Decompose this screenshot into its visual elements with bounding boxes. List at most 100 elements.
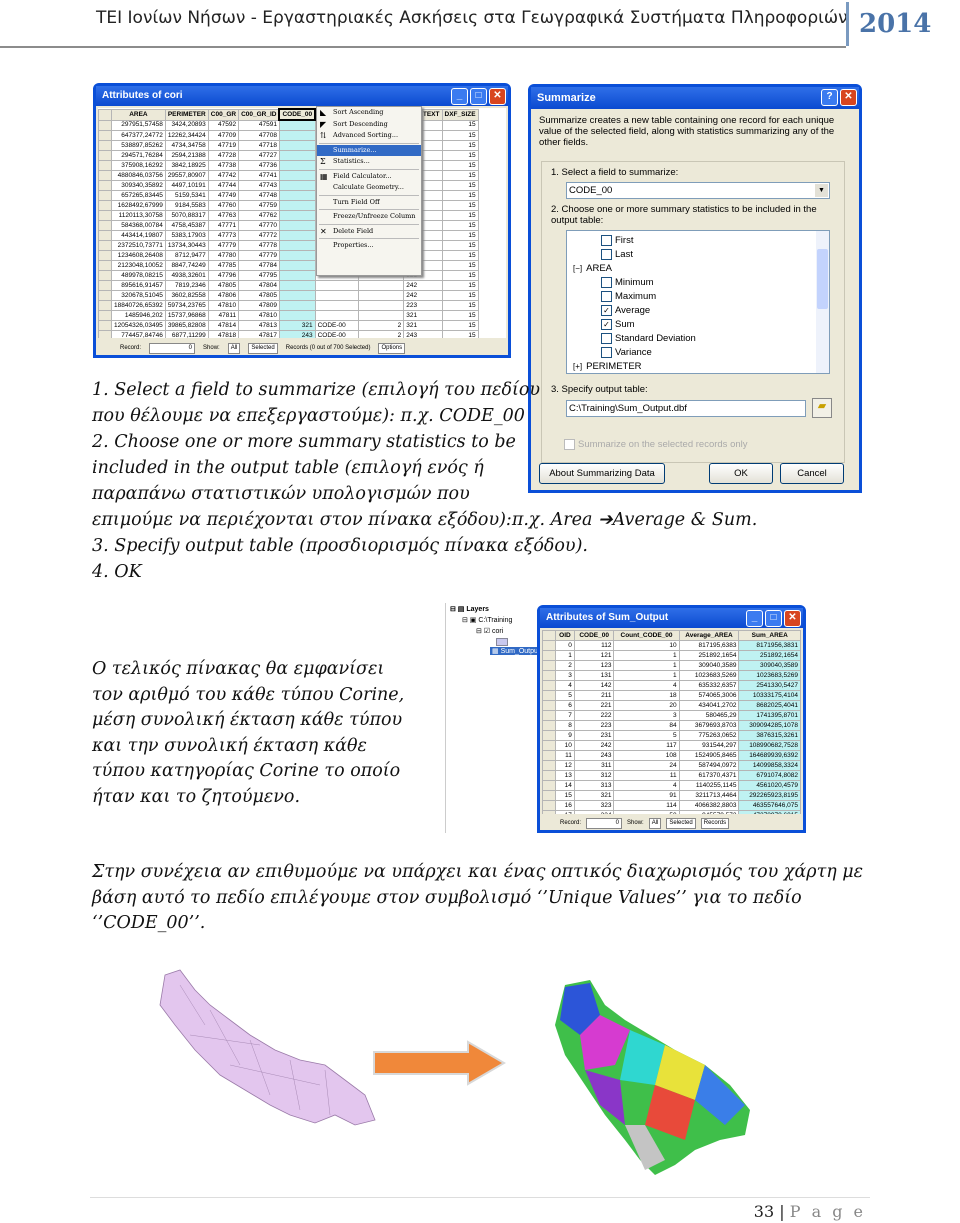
menu-item[interactable]: Summarize...	[317, 144, 421, 156]
table-row[interactable]: 16 323 114 4066382,8803 463557646,075	[542, 800, 801, 811]
row-selector[interactable]	[98, 210, 112, 221]
menu-item[interactable]: Σ Statistics...	[317, 156, 421, 168]
show-selected-button[interactable]: Selected	[666, 817, 696, 829]
column-header[interactable]: C00_GR	[207, 108, 240, 121]
statistic-checkbox[interactable]: Maximum	[601, 289, 656, 304]
column-header[interactable]: Average_AREA	[678, 630, 740, 641]
row-selector[interactable]	[98, 330, 112, 338]
row-selector[interactable]	[542, 720, 556, 731]
menu-item[interactable]: Calculate Geometry...	[317, 182, 421, 194]
row-selector[interactable]	[542, 640, 556, 651]
options-button[interactable]: Options	[378, 342, 406, 354]
row-selector[interactable]	[542, 670, 556, 681]
toc-layer-cori[interactable]: ⊟ ☑ cori	[476, 627, 503, 635]
record-input[interactable]: 0	[586, 817, 623, 829]
table-row[interactable]: 15 321 91 3211713,4464 292265923,8195	[542, 790, 801, 801]
row-selector[interactable]	[98, 300, 112, 311]
statistics-tree[interactable]: First Last [−] AREA Minimum Maximum ✓ Average ✓ S…	[566, 230, 830, 374]
about-summarizing-button[interactable]: About Summarizing Data	[539, 463, 665, 484]
row-selector[interactable]	[542, 800, 556, 811]
menu-item[interactable]: ✕ Delete Field	[317, 226, 421, 238]
minimize-button[interactable]: _	[451, 88, 468, 105]
maximize-button[interactable]: □	[470, 88, 487, 105]
tree-node[interactable]: [+] PERIMETER	[573, 359, 642, 373]
column-header[interactable]: Sum_AREA	[738, 630, 801, 641]
row-selector[interactable]	[98, 180, 112, 191]
row-selector[interactable]	[98, 280, 112, 291]
row-selector[interactable]	[98, 230, 112, 241]
checkbox[interactable]	[601, 248, 612, 260]
show-all-button[interactable]: All	[648, 817, 662, 829]
checkbox[interactable]	[601, 290, 612, 302]
table-row[interactable]: 12 311 24 587494,0972 14099858,3324	[542, 760, 801, 771]
statistic-checkbox[interactable]: Minimum	[601, 275, 654, 290]
row-selector[interactable]	[98, 250, 112, 261]
table-row[interactable]: 9 231 5 775263,0652 3876315,3261	[542, 730, 801, 741]
row-selector[interactable]	[98, 130, 112, 141]
close-button[interactable]: ✕	[489, 88, 506, 105]
row-selector[interactable]	[98, 150, 112, 161]
row-selector[interactable]	[542, 710, 556, 721]
table-row[interactable]: 6 221 20 434041,2702 8682025,4041	[542, 700, 801, 711]
row-selector[interactable]	[98, 160, 112, 171]
field-select[interactable]: CODE_00 ▼	[566, 182, 830, 199]
ok-button[interactable]: OK	[709, 463, 773, 484]
row-selector[interactable]	[98, 290, 112, 301]
row-selector[interactable]	[98, 320, 112, 331]
help-button[interactable]: ?	[821, 89, 838, 106]
table-row[interactable]: 1 121 1 251892,1654 251892,1654	[542, 650, 801, 661]
row-selector[interactable]	[542, 780, 556, 791]
table-row[interactable]: 13 312 11 617370,4371 6791074,8082	[542, 770, 801, 781]
collapse-icon[interactable]: [−]	[573, 264, 582, 273]
row-selector[interactable]	[542, 750, 556, 761]
row-selector[interactable]	[98, 260, 112, 271]
row-selector[interactable]	[98, 140, 112, 151]
output-table-input[interactable]: C:\Training\Sum_Output.dbf	[566, 400, 806, 417]
minimize-button[interactable]: _	[746, 610, 763, 627]
column-header[interactable]: PERIMETER	[164, 108, 209, 121]
row-selector[interactable]	[98, 310, 112, 321]
cancel-button[interactable]: Cancel	[780, 463, 844, 484]
table-row[interactable]: 4 142 4 635332,6357 2541330,5427	[542, 680, 801, 691]
menu-item[interactable]: ◤ Sort Descending	[317, 119, 421, 131]
row-selector[interactable]	[542, 770, 556, 781]
row-selector[interactable]	[98, 270, 112, 281]
row-selector[interactable]	[98, 170, 112, 181]
column-header[interactable]: CODE_00	[278, 108, 317, 121]
table-row[interactable]: 7 222 3 580465,29 1741395,8701	[542, 710, 801, 721]
statistic-checkbox[interactable]: ✓ Sum	[601, 317, 635, 332]
column-header[interactable]: OID	[555, 630, 575, 641]
chevron-down-icon[interactable]: ▼	[815, 184, 828, 197]
row-selector[interactable]	[98, 240, 112, 251]
show-all-button[interactable]: All	[227, 342, 241, 354]
close-button[interactable]: ✕	[840, 89, 857, 106]
folder-open-icon[interactable]: ▰	[812, 398, 832, 418]
row-selector[interactable]	[542, 810, 556, 814]
menu-item[interactable]: ◣ Sort Ascending	[317, 107, 421, 119]
toc-table-sum-output[interactable]: ▦ Sum_Output	[490, 647, 542, 655]
scrollbar-thumb[interactable]	[817, 249, 828, 309]
column-header[interactable]: DXF_SIZE	[441, 108, 479, 121]
maximize-button[interactable]: □	[765, 610, 782, 627]
table-row[interactable]: 12054326,03495 39865,82808 47814 47813 321 CO…	[98, 320, 479, 331]
checkbox[interactable]: ✓	[601, 318, 612, 330]
column-header[interactable]: CODE_00	[573, 630, 615, 641]
row-selector[interactable]	[98, 200, 112, 211]
row-selector[interactable]	[98, 190, 112, 201]
row-selector[interactable]	[542, 790, 556, 801]
menu-item[interactable]: Freeze/Unfreeze Column	[317, 211, 421, 223]
checkbox[interactable]	[601, 332, 612, 344]
tree-node[interactable]: [−] AREA	[573, 261, 612, 276]
expand-icon[interactable]: [+]	[573, 362, 582, 371]
statistic-checkbox[interactable]: First	[601, 233, 633, 248]
checkbox[interactable]	[601, 276, 612, 288]
menu-item[interactable]: ⇅ Advanced Sorting...	[317, 130, 421, 142]
checkbox[interactable]: ✓	[601, 304, 612, 316]
row-selector[interactable]	[98, 220, 112, 231]
table-row[interactable]: 1485946,202 15737,96868 47811 47810 321 15	[98, 310, 479, 321]
checkbox[interactable]	[601, 346, 612, 358]
table-row[interactable]: 8 223 84 3679693,8703 309094285,1078	[542, 720, 801, 731]
table-row[interactable]: 10 242 117 931544,297 108990682,7528	[542, 740, 801, 751]
row-selector[interactable]	[542, 730, 556, 741]
menu-item[interactable]: Turn Field Off	[317, 197, 421, 209]
